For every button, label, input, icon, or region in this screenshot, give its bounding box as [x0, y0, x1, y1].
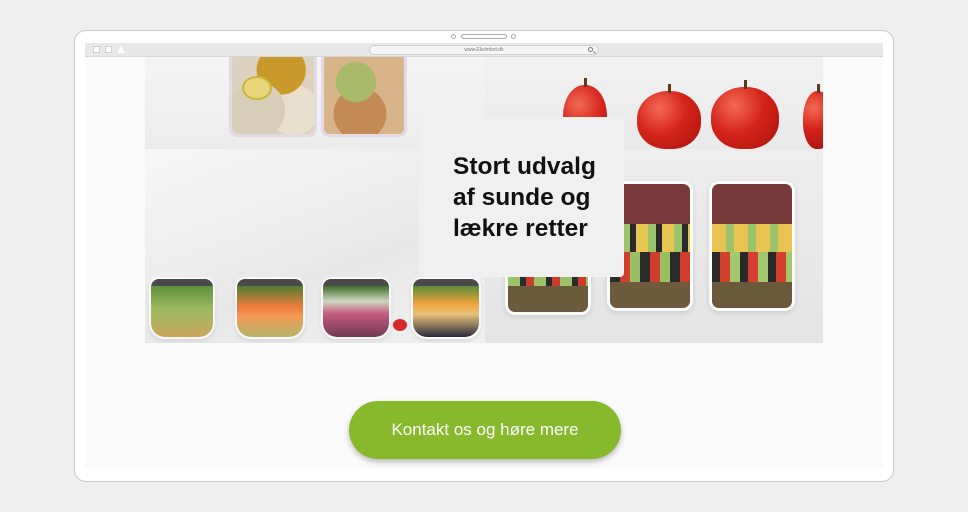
strawberry [393, 319, 407, 331]
search-icon[interactable] [588, 47, 593, 52]
sensor-dot [511, 34, 516, 39]
headline-line: Stort udvalg [453, 153, 596, 180]
browser-toolbar: www.Eksimbot.dk [85, 43, 883, 57]
device-frame: www.Eksimbot.dk Stort udvalg af sunde og… [74, 30, 894, 482]
apple [803, 84, 823, 149]
window-triangle-icon[interactable] [117, 46, 125, 53]
hero-image-collage: Stort udvalg af sunde og lækre retter [145, 57, 823, 343]
camera-dot [451, 34, 456, 39]
salad-jar [149, 277, 215, 339]
salad-jar [411, 277, 481, 339]
headline-line: lækre retter [453, 215, 588, 242]
contact-button[interactable]: Kontakt os og høre mere [349, 401, 621, 459]
window-square-icon[interactable] [93, 46, 100, 53]
url-bar[interactable]: www.Eksimbot.dk [369, 45, 599, 55]
speaker-slot [461, 34, 507, 39]
window-square-icon[interactable] [105, 46, 112, 53]
apple [637, 84, 701, 149]
headline-line: af sunde og [453, 184, 591, 211]
salad-jar [321, 277, 391, 339]
salad-jar [235, 277, 305, 339]
headline-card: Stort udvalg af sunde og lækre retter [419, 117, 624, 277]
meal-container [709, 181, 795, 311]
hero-headline: Stort udvalg af sunde og lækre retter [453, 151, 604, 244]
apple [711, 80, 779, 149]
browser-screen: www.Eksimbot.dk Stort udvalg af sunde og… [85, 43, 883, 469]
meal-box [229, 57, 317, 137]
url-text: www.Eksimbot.dk [464, 47, 504, 53]
meal-box [321, 57, 407, 137]
